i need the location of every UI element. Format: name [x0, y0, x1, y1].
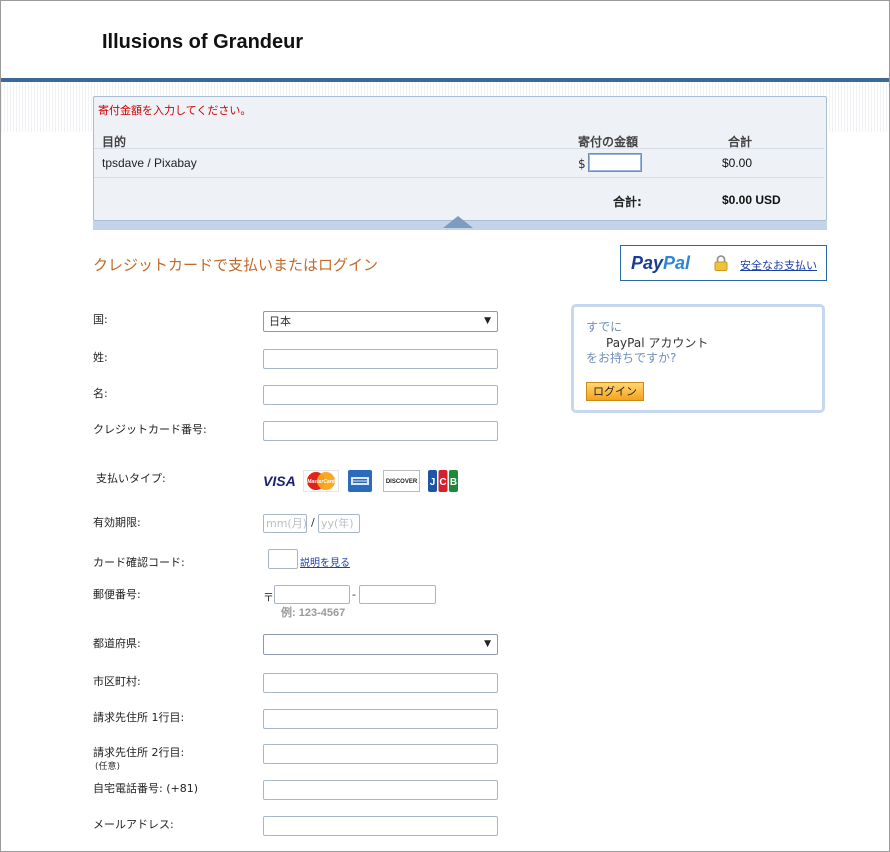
sum-value: $0.00 USD: [722, 193, 781, 207]
site-header: Illusions of Grandeur: [1, 1, 889, 78]
postal-label: 郵便番号:: [93, 588, 141, 601]
jcb-logo-icon: J C B: [428, 470, 458, 492]
discover-logo-icon: DISCOVER: [383, 470, 420, 492]
cart-header-row: 目的 寄付の金額 合計: [94, 127, 824, 149]
dropdown-arrow-icon: ▼: [484, 639, 491, 649]
card-number-input[interactable]: [263, 421, 498, 441]
phone-input[interactable]: [263, 780, 498, 800]
paypal-logo: PayPal: [631, 253, 691, 273]
postal-example: 例: 123-4567: [281, 607, 346, 619]
address2-input[interactable]: [263, 744, 498, 764]
last-name-label: 姓:: [93, 351, 108, 364]
cvv-help-link[interactable]: 説明を見る: [300, 554, 350, 569]
country-value: 日本: [269, 315, 291, 328]
payment-type-label: 支払いタイプ:: [96, 472, 166, 485]
phone-label: 自宅電話番号: (+81): [93, 782, 198, 795]
country-select[interactable]: 日本 ▼: [263, 311, 498, 332]
svg-text:J: J: [430, 477, 436, 488]
city-label: 市区町村:: [93, 675, 141, 688]
secure-payment-link[interactable]: 安全なお支払い: [740, 257, 817, 273]
prefecture-select[interactable]: ▼: [263, 634, 498, 655]
visa-logo-icon: VISA: [263, 473, 296, 489]
city-input[interactable]: [263, 673, 498, 693]
country-label: 国:: [93, 313, 108, 326]
first-name-label: 名:: [93, 387, 108, 400]
email-label: メールアドレス:: [93, 818, 174, 831]
login-button[interactable]: ログイン: [586, 382, 644, 401]
expiry-year-input[interactable]: yy(年): [318, 514, 360, 533]
donation-amount-input[interactable]: [588, 153, 642, 172]
postal-mark: 〒: [263, 591, 274, 604]
cart-item-row: tpsdave / Pixabay $ $0.00: [94, 150, 824, 178]
paypal-banner: PayPal 安全なお支払い: [620, 245, 827, 281]
amount-header: 寄付の金額: [578, 135, 639, 149]
cart-summary: 寄付金額を入力してください。 目的 寄付の金額 合計 tpsdave / Pix…: [93, 96, 827, 221]
address1-label: 請求先住所 1行目:: [93, 711, 185, 724]
postal-separator: -: [352, 588, 356, 601]
svg-text:C: C: [439, 477, 446, 488]
sum-label: 合計:: [613, 195, 642, 209]
amex-logo-icon: [348, 470, 372, 492]
section-title: クレジットカードで支払いまたはログイン: [93, 256, 379, 274]
expiry-month-input[interactable]: mm(月): [263, 514, 307, 533]
paypal-login-box: すでに PayPal アカウント をお持ちですか? ログイン: [571, 304, 825, 413]
cvv-input[interactable]: [268, 549, 298, 569]
collapse-arrow-icon[interactable]: [443, 216, 473, 228]
postal-code-first-input[interactable]: [274, 585, 350, 604]
card-number-label: クレジットカード番号:: [93, 423, 207, 436]
mastercard-logo-icon: MasterCard: [303, 470, 339, 492]
purpose-header: 目的: [102, 135, 127, 149]
cvv-label: カード確認コード:: [93, 556, 185, 569]
address1-input[interactable]: [263, 709, 498, 729]
address2-note: (任意): [95, 762, 121, 772]
email-input[interactable]: [263, 816, 498, 836]
expiry-label: 有効期限:: [93, 516, 141, 529]
svg-text:B: B: [450, 477, 457, 488]
expiry-separator: /: [311, 516, 315, 529]
dropdown-arrow-icon: ▼: [484, 316, 491, 326]
lock-icon: [714, 255, 728, 271]
login-prompt-line1: すでに: [586, 320, 623, 334]
currency-symbol: $: [578, 157, 586, 171]
prefecture-label: 都道府県:: [93, 637, 141, 650]
error-message: 寄付金額を入力してください。: [98, 104, 252, 117]
svg-text:MasterCard: MasterCard: [307, 479, 335, 485]
total-header: 合計: [728, 135, 753, 149]
row-total: $0.00: [722, 156, 753, 170]
login-prompt-line3: をお持ちですか?: [586, 351, 677, 365]
postal-code-second-input[interactable]: [359, 585, 436, 604]
first-name-input[interactable]: [263, 385, 498, 405]
cart-item-name: tpsdave / Pixabay: [102, 156, 197, 170]
last-name-input[interactable]: [263, 349, 498, 369]
address2-label: 請求先住所 2行目:: [93, 746, 185, 759]
site-title: Illusions of Grandeur: [102, 31, 304, 53]
